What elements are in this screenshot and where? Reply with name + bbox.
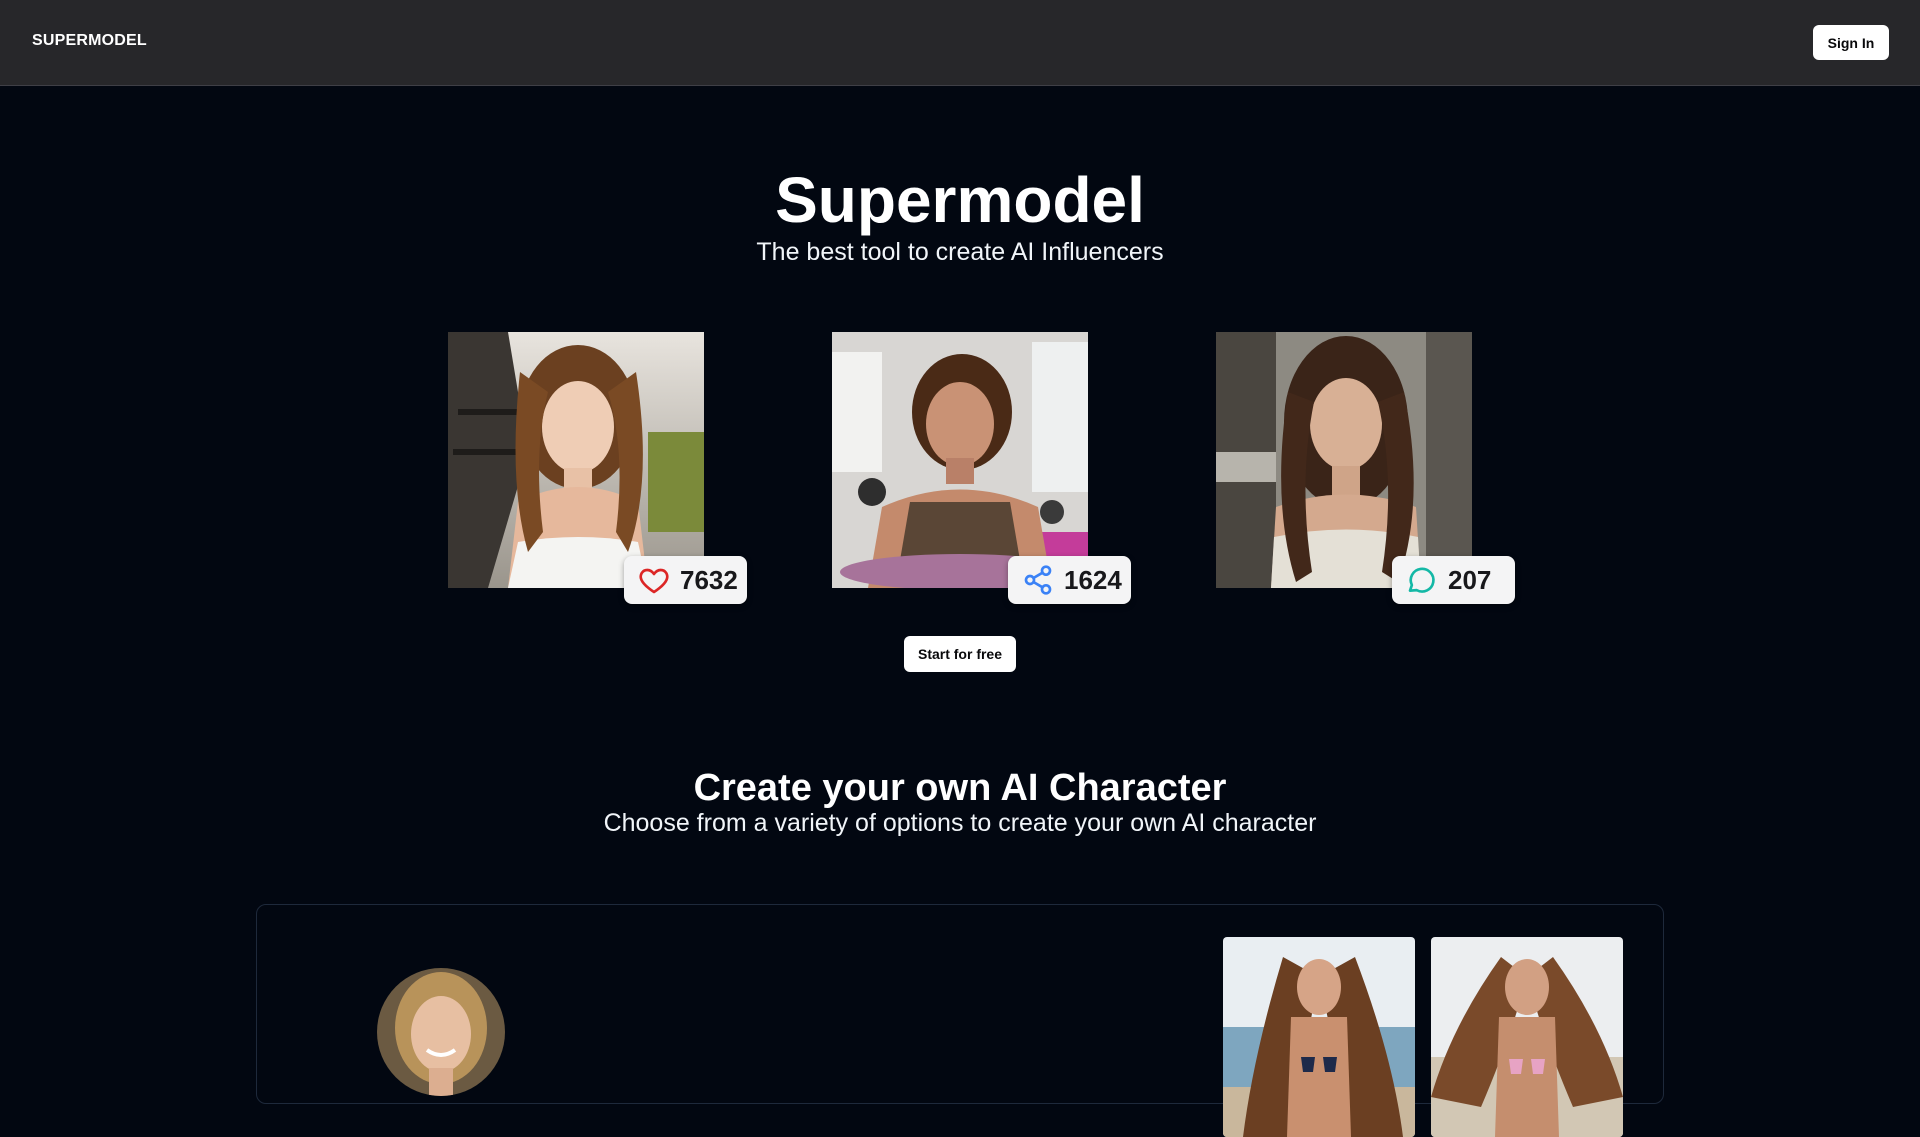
comments-badge: 207 [1392, 556, 1515, 604]
comments-count: 207 [1448, 564, 1492, 595]
shares-count: 1624 [1064, 564, 1122, 595]
likes-badge: 7632 [624, 556, 747, 604]
showcase-photo-cafe [1216, 332, 1472, 588]
shares-badge: 1624 [1008, 556, 1131, 604]
top-navigation-bar: SUPERMODEL Sign In [0, 0, 1920, 86]
share-icon [1024, 565, 1052, 595]
character-option-beach-2[interactable] [1431, 937, 1623, 1137]
create-section-subtitle: Choose from a variety of options to crea… [603, 809, 1317, 837]
showcase-photo-eiffel [448, 332, 704, 588]
hero-title: Supermodel [775, 164, 1145, 236]
showcase-photo-gym [832, 332, 1088, 588]
hero-subtitle: The best tool to create AI Influencers [756, 238, 1164, 266]
heart-icon [639, 568, 669, 594]
brand-logo-text[interactable]: SUPERMODEL [32, 32, 147, 50]
sign-in-button[interactable]: Sign In [1813, 25, 1889, 60]
character-avatar[interactable] [377, 968, 505, 1096]
create-section-title: Create your own AI Character [693, 767, 1227, 809]
likes-count: 7632 [680, 564, 738, 595]
start-for-free-button[interactable]: Start for free [904, 636, 1016, 672]
character-option-beach-1[interactable] [1223, 937, 1415, 1137]
chat-bubble-icon [1408, 567, 1435, 593]
